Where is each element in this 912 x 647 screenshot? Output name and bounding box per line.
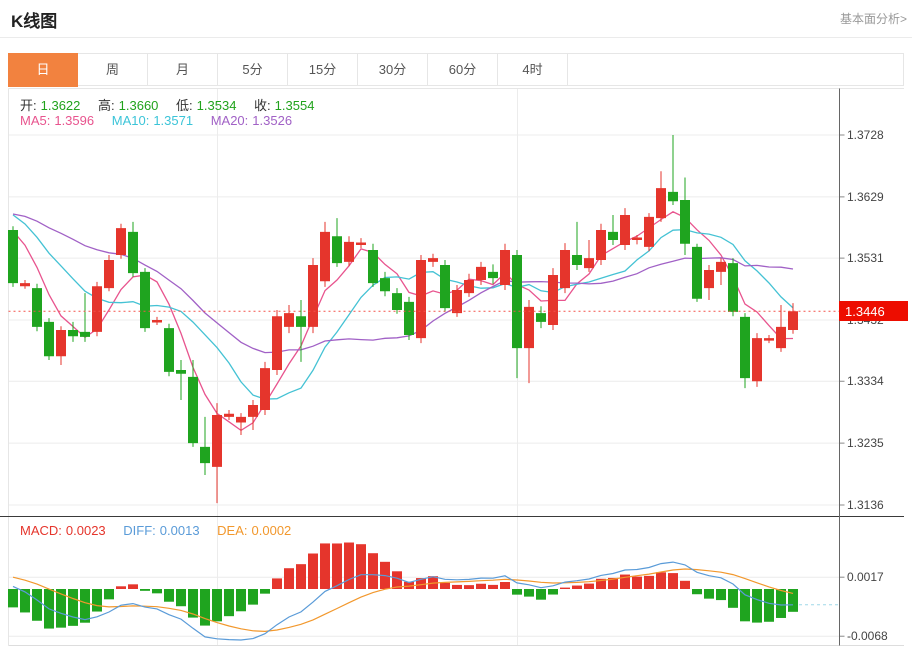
ma5-label: MA5:	[20, 113, 50, 128]
tab-30min[interactable]: 30分	[358, 54, 428, 85]
macd-value: 0.0023	[66, 523, 106, 538]
price-tick-label: 1.3629	[847, 190, 884, 204]
ma20-value: 1.3526	[252, 113, 292, 128]
price-axis: 1.3728 1.3629 1.3531 1.3432 1.3334 1.323…	[847, 128, 888, 643]
dea-value: 0.0002	[252, 523, 292, 538]
macd-label: MACD:	[20, 523, 62, 538]
ma10-label: MA10:	[112, 113, 150, 128]
diff-value: 0.0013	[160, 523, 200, 538]
high-value: 1.3660	[119, 98, 159, 113]
price-tick-label: 1.3136	[847, 498, 884, 512]
dea-label: DEA:	[217, 523, 247, 538]
tab-60min[interactable]: 60分	[428, 54, 498, 85]
high-label: 高:	[98, 98, 115, 113]
price-tick-label: 1.3728	[847, 128, 884, 142]
tab-week[interactable]: 周	[78, 54, 148, 85]
tab-15min[interactable]: 15分	[288, 54, 358, 85]
low-label: 低:	[176, 98, 193, 113]
ma5-value: 1.3596	[54, 113, 94, 128]
chart-series	[8, 135, 840, 640]
tab-day[interactable]: 日	[8, 53, 78, 87]
tab-5min[interactable]: 5分	[218, 54, 288, 85]
tab-4hour[interactable]: 4时	[498, 54, 568, 85]
open-label: 开:	[20, 98, 37, 113]
kline-page: K线图 基本面分析> 日 周 月 5分 15分 30分 60分 4时 开:1.3…	[0, 0, 912, 647]
chart-gridlines	[0, 89, 904, 646]
macd-tick-label: 0.0017	[847, 570, 884, 584]
last-price-tag: 1.3446	[839, 301, 908, 321]
macd-tick-label: -0.0068	[847, 629, 888, 643]
diff-label: DIFF:	[123, 523, 156, 538]
ohlc-readout: 开: 1.3622 高: 1.3660 低: 1.3534 收: 1.3554	[20, 95, 318, 114]
close-value: 1.3554	[275, 98, 315, 113]
ma-readout: MA5: 1.3596 MA10:1.3571 MA20:1.3526	[20, 113, 296, 128]
macd-readout: MACD: 0.0023 DIFF: 0.0013 DEA: 0.0002	[20, 523, 295, 538]
low-value: 1.3534	[197, 98, 237, 113]
price-tick-label: 1.3334	[847, 374, 884, 388]
ma10-value: 1.3571	[153, 113, 193, 128]
last-price-label: 1.3446	[845, 304, 885, 319]
tab-month[interactable]: 月	[148, 54, 218, 85]
period-tabbar: 日 周 月 5分 15分 30分 60分 4时	[8, 53, 904, 86]
close-label: 收:	[254, 98, 271, 113]
price-tick-label: 1.3235	[847, 436, 884, 450]
open-value: 1.3622	[41, 98, 81, 113]
price-tick-label: 1.3531	[847, 251, 884, 265]
ma20-label: MA20:	[211, 113, 249, 128]
